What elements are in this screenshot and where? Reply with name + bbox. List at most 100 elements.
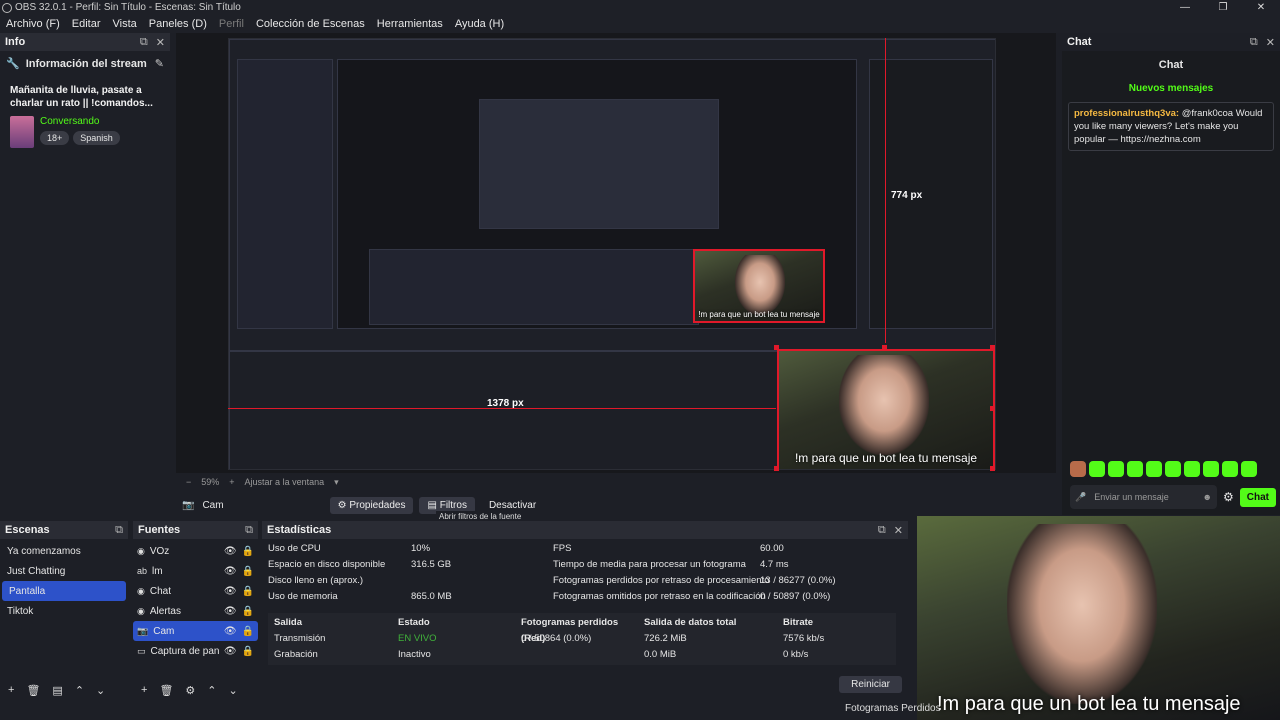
menu-tools[interactable]: Herramientas [371, 18, 449, 30]
reset-button[interactable]: Reiniciar [839, 676, 902, 693]
lock-icon[interactable]: 🔒 [242, 626, 254, 637]
emoji-icon[interactable]: ☻ [1203, 492, 1212, 502]
filter-icon[interactable]: ▤ [52, 684, 62, 697]
lock-icon[interactable]: 🔒 [242, 566, 254, 577]
source-item[interactable]: ▭ Captura de pantalla 👁 🔒 [133, 641, 258, 661]
scene-item[interactable]: Ya comenzamos [0, 541, 128, 561]
stat-label: Uso de memoria [268, 591, 338, 602]
emote-icon[interactable] [1127, 461, 1143, 477]
undock-icon[interactable]: ⧉ [140, 36, 148, 49]
info-dock: Info ⧉ ✕ 🔧 Información del stream ✎ Mañan… [0, 33, 170, 515]
menu-file[interactable]: Archivo (F) [0, 18, 66, 30]
close-icon[interactable]: ✕ [894, 524, 903, 537]
lock-icon[interactable]: 🔒 [242, 606, 254, 617]
resize-handle-tr[interactable] [990, 345, 995, 350]
zoom-in-icon[interactable]: + [229, 477, 234, 487]
resize-handle-tl[interactable] [774, 345, 779, 350]
emote-icon[interactable] [1222, 461, 1238, 477]
zoom-fit-select[interactable]: Ajustar a la ventana [245, 477, 325, 487]
table-cell [521, 647, 644, 663]
eye-icon[interactable]: 👁 [224, 606, 237, 617]
emote-icon[interactable] [1108, 461, 1124, 477]
resize-handle-r[interactable] [990, 406, 995, 411]
add-icon[interactable]: + [8, 684, 14, 696]
gear-icon[interactable]: ⚙ [1223, 490, 1234, 504]
source-item[interactable]: ◉ VOz 👁 🔒 [133, 541, 258, 561]
microphone-icon[interactable]: 🎤 [1075, 492, 1086, 503]
scenes-dock: Escenas ⧉ Ya comenzamos Just Chatting Pa… [0, 521, 128, 699]
menu-help[interactable]: Ayuda (H) [449, 18, 510, 30]
menu-scene-collection[interactable]: Colección de Escenas [250, 18, 371, 30]
menu-edit[interactable]: Editar [66, 18, 107, 30]
chat-input-row: 🎤 Enviar un mensaje ☻ ⚙ Chat [1070, 485, 1276, 509]
preview-canvas[interactable]: !m para que un bot lea tu mensaje !m par… [176, 33, 1056, 473]
info-dock-header: Info ⧉ ✕ [0, 33, 170, 51]
tag-language: Spanish [73, 131, 120, 145]
eye-icon[interactable]: 👁 [224, 546, 237, 557]
lock-icon[interactable]: 🔒 [242, 546, 254, 557]
chevron-up-icon[interactable]: ⌃ [75, 684, 84, 697]
close-icon[interactable]: ✕ [1242, 2, 1280, 13]
properties-button[interactable]: ⚙ Propiedades [329, 496, 414, 514]
trash-icon[interactable]: 🗑 [159, 684, 173, 697]
eye-icon[interactable]: 👁 [224, 586, 237, 597]
properties-label: Propiedades [349, 499, 406, 511]
source-item-selected[interactable]: 📷 Cam 👁 🔒 [133, 621, 258, 641]
scene-item-selected[interactable]: Pantalla [2, 581, 126, 601]
maximize-icon[interactable]: ❐ [1204, 2, 1242, 13]
chevron-down-icon[interactable]: ▾ [334, 477, 339, 488]
category-name[interactable]: Conversando [40, 116, 120, 127]
chat-username[interactable]: professionalrusthq3va: [1074, 108, 1179, 119]
eye-icon[interactable]: 👁 [224, 566, 237, 577]
minimize-icon[interactable]: — [1166, 2, 1204, 13]
cam-source-selected[interactable]: !m para que un bot lea tu mensaje [777, 349, 995, 469]
emote-icon[interactable] [1184, 461, 1200, 477]
source-item[interactable]: ◉ Alertas 👁 🔒 [133, 601, 258, 621]
webcam-overlay: !m para que un bot lea tu mensaje [917, 516, 1280, 720]
close-icon[interactable]: ✕ [156, 36, 165, 49]
new-messages-label[interactable]: Nuevos mensajes [1062, 79, 1280, 98]
chat-send-button[interactable]: Chat [1239, 487, 1276, 507]
emote-icon[interactable] [1241, 461, 1257, 477]
resize-handle-br[interactable] [990, 466, 995, 471]
gear-icon[interactable]: ⚙ [185, 684, 195, 697]
emote-icon[interactable] [1203, 461, 1219, 477]
chat-input[interactable]: 🎤 Enviar un mensaje ☻ [1070, 485, 1217, 509]
scene-item[interactable]: Just Chatting [0, 561, 128, 581]
stat-label: Fotogramas omitidos por retraso en la co… [553, 591, 766, 602]
stat-value [411, 573, 553, 589]
lock-icon[interactable]: 🔒 [242, 586, 254, 597]
emote-icon[interactable] [1089, 461, 1105, 477]
undock-icon[interactable]: ⧉ [245, 524, 253, 537]
undock-icon[interactable]: ⧉ [115, 524, 123, 537]
menu-view[interactable]: Vista [107, 18, 143, 30]
source-item[interactable]: ab lm 👁 🔒 [133, 561, 258, 581]
emote-icon[interactable] [1070, 461, 1086, 477]
scene-item[interactable]: Tiktok [0, 601, 128, 621]
chevron-up-icon[interactable]: ⌃ [207, 684, 216, 697]
chat-message: professionalrusthq3va: @frank0coa Would … [1068, 102, 1274, 151]
edit-pencil-icon[interactable]: ✎ [155, 57, 164, 70]
eye-icon[interactable]: 👁 [224, 626, 237, 637]
trash-icon[interactable]: 🗑 [26, 684, 40, 697]
chevron-down-icon[interactable]: ⌄ [96, 684, 105, 697]
add-icon[interactable]: + [141, 684, 147, 696]
chevron-down-icon[interactable]: ⌄ [229, 684, 238, 697]
menu-profile[interactable]: Perfil [213, 18, 250, 30]
source-item[interactable]: ◉ Chat 👁 🔒 [133, 581, 258, 601]
undock-icon[interactable]: ⧉ [878, 524, 886, 537]
resize-handle-bl[interactable] [774, 466, 779, 471]
lock-icon[interactable]: 🔒 [242, 646, 254, 657]
stream-info-section: Información del stream [25, 57, 147, 70]
resize-handle-t[interactable] [882, 345, 887, 350]
close-icon[interactable]: ✕ [1266, 36, 1275, 49]
camera-icon: 📷 [182, 499, 195, 511]
undock-icon[interactable]: ⧉ [1250, 36, 1258, 49]
sources-title: Fuentes [138, 524, 181, 536]
zoom-out-icon[interactable]: − [186, 477, 191, 487]
menu-docks[interactable]: Paneles (D) [143, 18, 213, 30]
eye-icon[interactable]: 👁 [224, 646, 237, 657]
emote-icon[interactable] [1146, 461, 1162, 477]
stats-title: Estadísticas [267, 524, 332, 536]
emote-icon[interactable] [1165, 461, 1181, 477]
